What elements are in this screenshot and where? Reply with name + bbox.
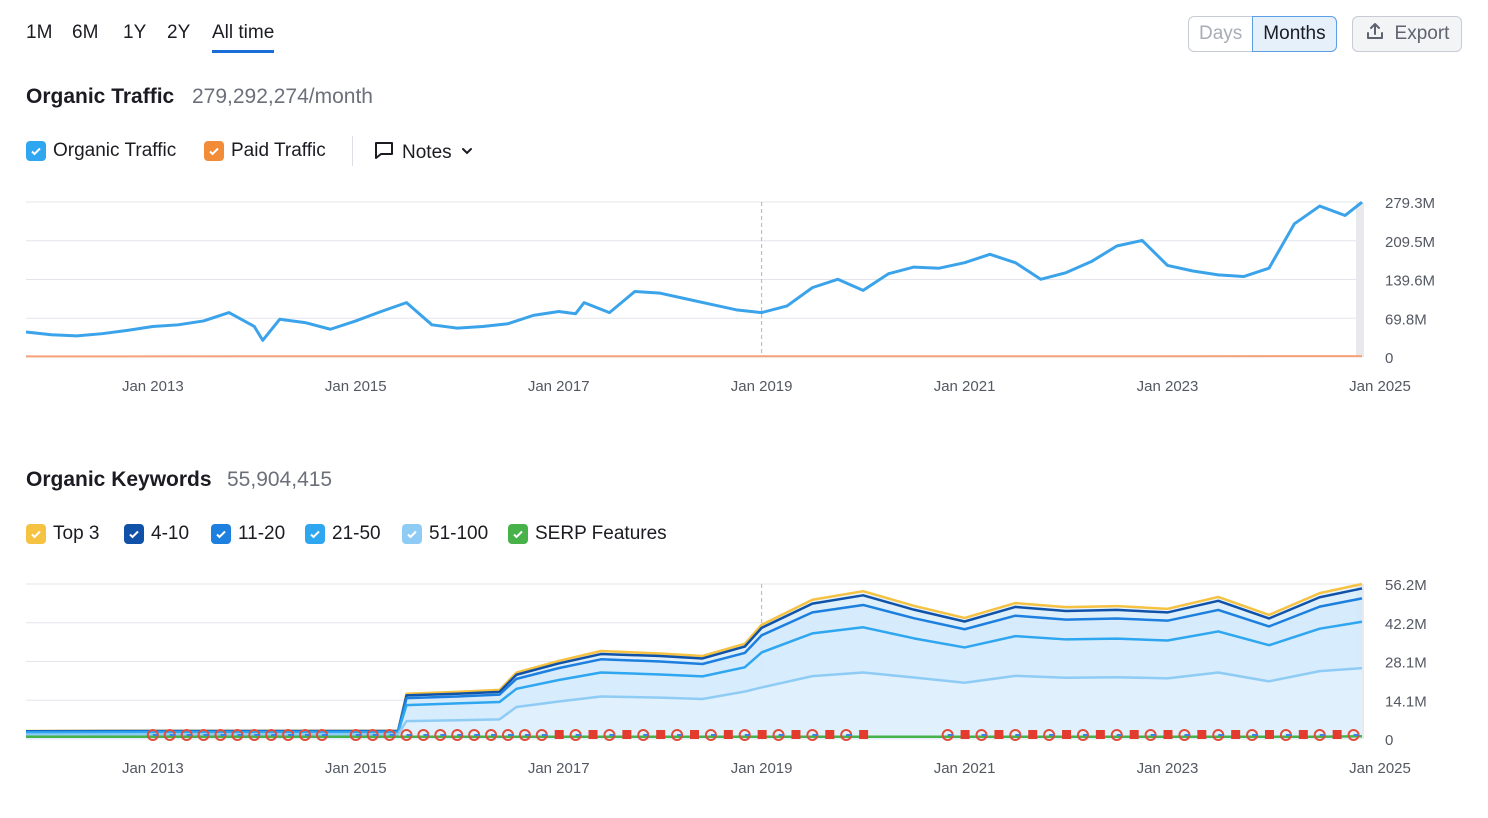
range-tab-all-time[interactable]: All time <box>212 22 275 53</box>
y-tick-label: 69.8M <box>1385 311 1427 328</box>
serp-feature-marker <box>859 730 869 739</box>
keywords-chart: 0 14.1M 28.1M 42.2M 56.2M Jan 2013 Jan 2015 Jan… <box>25 577 1427 777</box>
x-tick-label: Jan 2013 <box>122 760 184 777</box>
x-tick-label: Jan 2015 <box>325 760 387 777</box>
y-tick-label: 56.2M <box>1385 577 1427 594</box>
x-tick-label: Jan 2013 <box>122 378 184 395</box>
serp-feature-marker <box>1264 730 1274 739</box>
serp-feature-marker <box>723 730 733 739</box>
serp-feature-marker <box>960 730 970 739</box>
y-tick-label: 14.1M <box>1385 693 1427 710</box>
notes-dropdown[interactable]: Notes <box>374 140 474 166</box>
serp-feature-marker <box>622 730 632 739</box>
x-tick-label: Jan 2019 <box>731 378 793 395</box>
x-tick-label: Jan 2019 <box>731 760 793 777</box>
serp-feature-marker <box>825 730 835 739</box>
y-tick-label: 0 <box>1385 350 1393 367</box>
comment-icon <box>374 140 394 166</box>
legend-label: SERP Features <box>535 523 667 544</box>
notes-label: Notes <box>402 142 452 163</box>
serp-feature-marker <box>1129 730 1139 739</box>
traffic-title: Organic Traffic <box>26 85 175 108</box>
legend-divider <box>352 136 353 166</box>
granularity-toggle: Days Months <box>1188 16 1337 52</box>
keywords-value: 55,904,415 <box>227 468 333 491</box>
keywords-title: Organic Keywords <box>26 468 212 491</box>
traffic-value: 279,292,274/month <box>192 85 373 108</box>
export-button[interactable]: Export <box>1352 16 1462 52</box>
checkbox-icon <box>124 524 144 544</box>
x-tick-label: Jan 2015 <box>325 378 387 395</box>
serp-feature-marker <box>690 730 699 739</box>
checkbox-icon <box>211 524 231 544</box>
y-tick-label: 139.6M <box>1385 273 1435 290</box>
days-button[interactable]: Days <box>1188 16 1253 52</box>
legend-label: Organic Traffic <box>53 140 177 161</box>
serp-feature-marker <box>1028 730 1038 739</box>
legend-organic-traffic[interactable]: Organic Traffic <box>26 140 176 162</box>
serp-feature-marker <box>588 730 598 739</box>
x-tick-label: Jan 2021 <box>934 760 996 777</box>
x-tick-label: Jan 2023 <box>1137 760 1199 777</box>
legend-51-100[interactable]: 51-100 <box>402 523 488 545</box>
serp-feature-marker <box>791 730 801 739</box>
legend-label: 4-10 <box>151 523 190 544</box>
checkbox-icon <box>402 524 422 544</box>
range-tab-1y[interactable]: 1Y <box>123 22 146 44</box>
serp-feature-marker <box>1163 730 1173 739</box>
legend-label: 21-50 <box>332 523 381 544</box>
legend-11-20[interactable]: 11-20 <box>211 523 285 545</box>
legend-serp-features[interactable]: SERP Features <box>508 523 667 545</box>
checkbox-icon <box>26 141 46 161</box>
legend-label: 51-100 <box>429 523 489 544</box>
legend-paid-traffic[interactable]: Paid Traffic <box>204 140 326 162</box>
serp-feature-marker <box>757 730 767 739</box>
legend-label: Paid Traffic <box>231 140 326 161</box>
months-button[interactable]: Months <box>1252 16 1337 52</box>
chevron-down-icon <box>460 142 474 164</box>
checkbox-icon <box>508 524 528 544</box>
serp-feature-marker <box>554 730 564 739</box>
serp-feature-marker <box>1062 730 1072 739</box>
x-tick-label: Jan 2023 <box>1137 378 1199 395</box>
export-label: Export <box>1394 23 1450 44</box>
range-tab-1m[interactable]: 1M <box>26 22 52 44</box>
legend-4-10[interactable]: 4-10 <box>124 523 189 545</box>
legend-21-50[interactable]: 21-50 <box>305 523 381 545</box>
traffic-chart: 0 69.8M 139.6M 209.5M 279.3M Jan 2013 Jan 2015… <box>25 195 1435 395</box>
x-tick-label: Jan 2025 <box>1349 378 1411 395</box>
y-tick-label: 42.2M <box>1385 616 1427 633</box>
range-tab-6m[interactable]: 6M <box>72 22 98 44</box>
serp-feature-marker <box>1095 730 1105 739</box>
serp-feature-marker <box>1231 730 1241 739</box>
serp-feature-marker <box>656 730 666 739</box>
y-tick-label: 279.3M <box>1385 195 1435 212</box>
scroll-handle[interactable] <box>1356 202 1364 357</box>
serp-feature-marker <box>1298 730 1308 739</box>
upload-icon <box>1365 21 1385 47</box>
range-tab-2y[interactable]: 2Y <box>167 22 190 44</box>
legend-label: Top 3 <box>53 523 100 544</box>
legend-top-3[interactable]: Top 3 <box>26 523 99 545</box>
y-tick-label: 209.5M <box>1385 234 1435 251</box>
checkbox-icon <box>26 524 46 544</box>
x-tick-label: Jan 2021 <box>934 378 996 395</box>
x-tick-label: Jan 2025 <box>1349 760 1411 777</box>
serp-feature-marker <box>1332 730 1342 739</box>
serp-feature-marker <box>994 730 1004 739</box>
organic-traffic-line <box>25 200 1363 342</box>
y-tick-label: 0 <box>1385 732 1393 749</box>
x-tick-label: Jan 2017 <box>528 760 590 777</box>
y-tick-label: 28.1M <box>1385 655 1427 672</box>
serp-feature-marker <box>1197 730 1207 739</box>
x-tick-label: Jan 2017 <box>528 378 590 395</box>
checkbox-icon <box>204 141 224 161</box>
legend-label: 11-20 <box>238 523 286 544</box>
checkbox-icon <box>305 524 325 544</box>
